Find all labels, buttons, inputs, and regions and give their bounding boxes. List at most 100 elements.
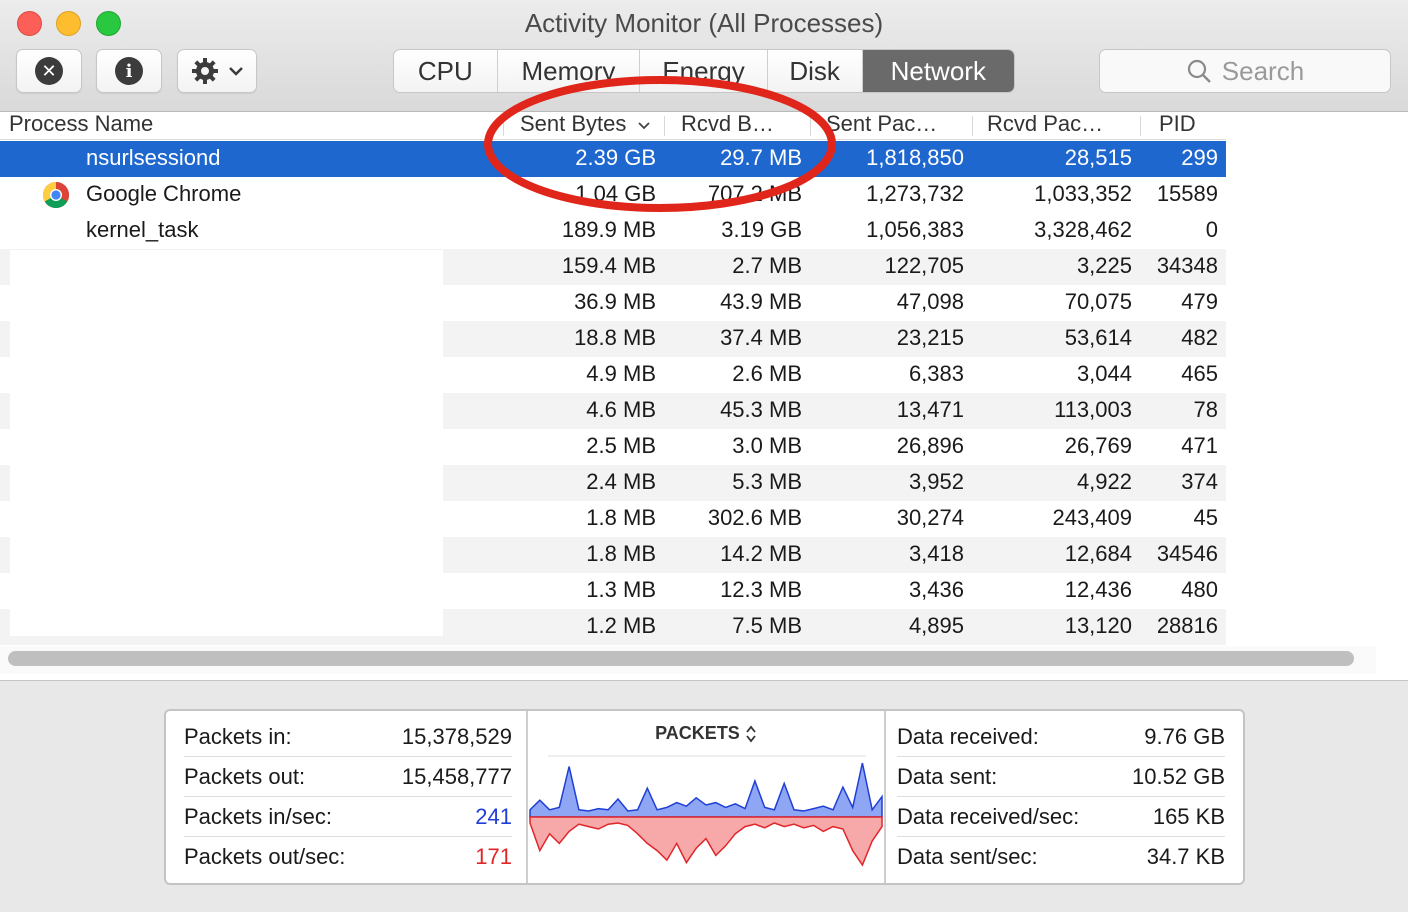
rcvd-bytes-cell: 2.6 MB	[732, 361, 802, 386]
stat-value-out: 171	[475, 844, 512, 869]
stat-row: Packets in: 15,378,529	[184, 717, 512, 757]
rcvd-bytes-cell: 3.19 GB	[721, 217, 802, 242]
stat-value: 15,458,777	[401, 764, 512, 789]
column-header-rcvd-packets[interactable]: Rcvd Pac…	[987, 112, 1103, 140]
chrome-icon	[42, 181, 70, 209]
tab-energy[interactable]: Energy	[640, 50, 768, 92]
rcvd-packets-cell: 1,033,352	[1034, 181, 1132, 206]
sent-packets-cell: 122,705	[884, 253, 964, 278]
column-divider	[1140, 116, 1141, 136]
rcvd-bytes-cell: 707.2 MB	[707, 181, 802, 206]
column-header-sent-bytes[interactable]: Sent Bytes	[520, 112, 651, 140]
stat-row: Packets out: 15,458,777	[184, 757, 512, 797]
stat-row: Data received: 9.76 GB	[897, 717, 1225, 757]
sent-bytes-cell: 2.5 MB	[586, 433, 656, 458]
sent-bytes-cell: 18.8 MB	[574, 325, 656, 350]
pid-cell: 0	[1205, 217, 1218, 242]
table-row[interactable]: nsurlsessiond 2.39 GB 29.7 MB 1,818,850 …	[0, 141, 1226, 177]
table-header: Process Name Sent Bytes Rcvd B… Sent Pac…	[0, 112, 1226, 140]
rcvd-packets-cell: 70,075	[1064, 289, 1132, 314]
rcvd-bytes-cell: 45.3 MB	[720, 397, 802, 422]
column-header-rcvd-bytes[interactable]: Rcvd B…	[681, 112, 774, 140]
rcvd-packets-cell: 4,922	[1076, 469, 1132, 494]
search-icon	[1187, 59, 1211, 83]
rcvd-packets-cell: 26,769	[1064, 433, 1132, 458]
sent-packets-cell: 47,098	[896, 289, 964, 314]
search-field[interactable]: Search	[1099, 49, 1391, 93]
sent-packets-cell: 3,418	[908, 541, 964, 566]
stat-label: Data sent:	[897, 764, 998, 789]
pid-cell: 45	[1193, 505, 1218, 530]
column-header-process-name[interactable]: Process Name	[9, 112, 153, 140]
stat-row: Data received/sec: 165 KB	[897, 797, 1225, 837]
rcvd-packets-cell: 3,044	[1076, 361, 1132, 386]
info-circle-icon: i	[115, 57, 143, 85]
sent-bytes-cell: 2.4 MB	[586, 469, 656, 494]
pid-cell: 78	[1193, 397, 1218, 422]
redacted-region	[10, 250, 443, 636]
rcvd-bytes-cell: 37.4 MB	[720, 325, 802, 350]
window-title: Activity Monitor (All Processes)	[524, 8, 884, 38]
pid-cell: 471	[1181, 433, 1218, 458]
stat-label: Packets in:	[184, 724, 292, 749]
process-name: Google Chrome	[86, 181, 242, 206]
pid-cell: 34348	[1156, 253, 1218, 278]
scrollbar-thumb[interactable]	[8, 651, 1354, 666]
column-divider	[810, 116, 811, 136]
chevron-down-icon	[229, 67, 243, 76]
sent-bytes-cell: 1.04 GB	[575, 181, 656, 206]
rcvd-packets-cell: 53,614	[1064, 325, 1132, 350]
sent-bytes-cell: 159.4 MB	[561, 253, 656, 278]
packets-graph: PACKETS	[526, 711, 886, 883]
tab-network[interactable]: Network	[862, 50, 1014, 92]
stat-value: 10.52 GB	[1132, 764, 1225, 789]
sent-packets-cell: 3,436	[908, 577, 964, 602]
column-divider	[664, 116, 665, 136]
rcvd-bytes-cell: 43.9 MB	[720, 289, 802, 314]
rcvd-bytes-cell: 29.7 MB	[720, 145, 802, 170]
column-divider	[972, 116, 973, 136]
sent-packets-cell: 13,471	[896, 397, 964, 422]
table-row[interactable]: kernel_task 189.9 MB 3.19 GB 1,056,383 3…	[0, 213, 1226, 249]
stat-label: Packets out:	[184, 764, 306, 789]
sent-bytes-cell: 2.39 GB	[575, 145, 656, 170]
packets-out-area	[529, 816, 883, 867]
column-header-sent-packets[interactable]: Sent Pac…	[826, 112, 937, 140]
column-header-pid[interactable]: PID	[1159, 112, 1196, 140]
gear-icon	[192, 58, 218, 84]
sent-bytes-cell: 4.6 MB	[586, 397, 656, 422]
action-menu-button[interactable]	[177, 49, 257, 93]
column-divider	[503, 116, 504, 136]
quit-process-button[interactable]: ✕	[16, 49, 82, 93]
sent-bytes-cell: 4.9 MB	[586, 361, 656, 386]
sent-bytes-cell: 1.8 MB	[586, 541, 656, 566]
sent-packets-cell: 4,895	[908, 613, 964, 638]
sent-packets-cell: 23,215	[896, 325, 964, 350]
sent-packets-cell: 30,274	[896, 505, 964, 530]
process-name: kernel_task	[86, 217, 199, 242]
stat-label: Packets out/sec:	[184, 844, 346, 869]
rcvd-packets-cell: 12,684	[1064, 541, 1132, 566]
sent-bytes-cell: 1.3 MB	[586, 577, 656, 602]
packets-in-area	[529, 762, 883, 818]
inspect-process-button[interactable]: i	[96, 49, 162, 93]
sent-bytes-cell: 189.9 MB	[561, 217, 656, 242]
sort-descending-icon	[637, 122, 650, 130]
tab-disk[interactable]: Disk	[768, 50, 863, 92]
stat-value: 15,378,529	[401, 724, 512, 749]
rcvd-bytes-cell: 7.5 MB	[732, 613, 802, 638]
rcvd-bytes-cell: 2.7 MB	[732, 253, 802, 278]
tab-cpu[interactable]: CPU	[394, 50, 498, 92]
sent-packets-cell: 3,952	[908, 469, 964, 494]
tab-memory[interactable]: Memory	[498, 50, 641, 92]
stat-value-in: 241	[475, 804, 512, 829]
stat-label: Data received/sec:	[897, 804, 1080, 829]
rcvd-bytes-cell: 3.0 MB	[732, 433, 802, 458]
pid-cell: 479	[1181, 289, 1218, 314]
stat-label: Data received:	[897, 724, 1039, 749]
rcvd-bytes-cell: 14.2 MB	[720, 541, 802, 566]
sent-packets-cell: 26,896	[896, 433, 964, 458]
sent-bytes-cell: 1.8 MB	[586, 505, 656, 530]
sent-packets-cell: 1,818,850	[866, 145, 964, 170]
table-row[interactable]: Google Chrome 1.04 GB 707.2 MB 1,273,732…	[0, 177, 1226, 213]
